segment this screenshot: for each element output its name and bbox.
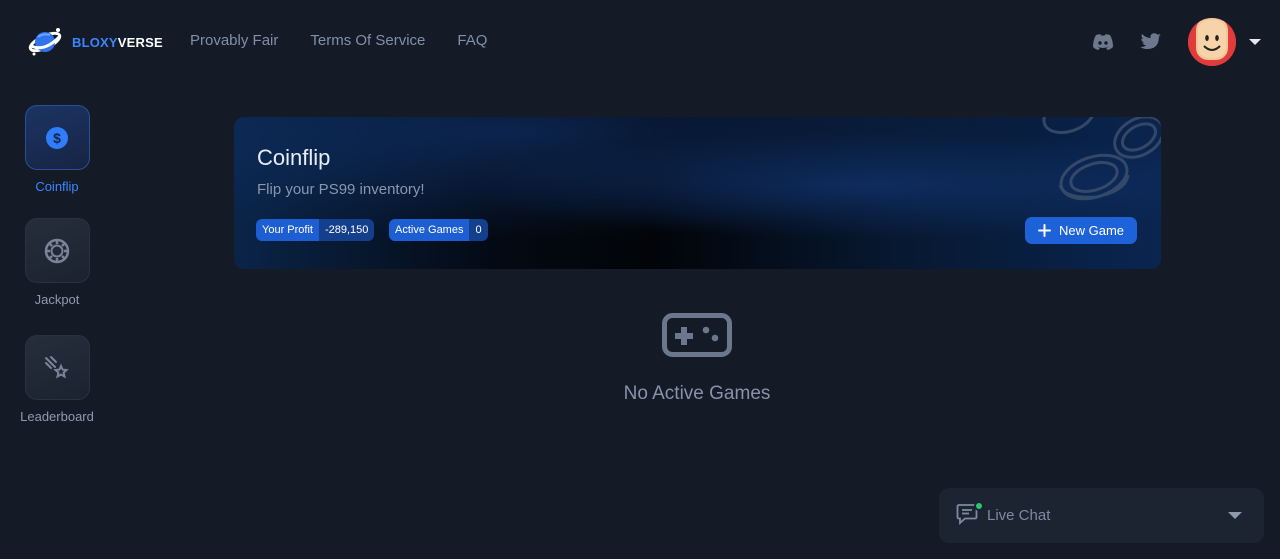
empty-state-message: No Active Games (623, 383, 771, 404)
page-subtitle: Flip your PS99 inventory! (257, 181, 425, 198)
live-chat-toggle[interactable]: Live Chat (939, 488, 1264, 543)
account-menu-caret-icon[interactable] (1249, 39, 1261, 45)
plus-icon (1037, 224, 1051, 237)
brand-name-part2: VERSE (117, 34, 163, 50)
sidebar-item-jackpot[interactable]: Jackpot (7, 218, 107, 307)
bloxyverse-logo[interactable]: BLOXYVERSE (28, 24, 163, 60)
top-header: BLOXYVERSE Provably Fair Terms Of Servic… (0, 0, 1280, 84)
profit-label: Your Profit (256, 219, 319, 241)
active-games-value: 0 (469, 219, 488, 241)
shooting-star-icon (45, 355, 69, 379)
new-game-label: New Game (1058, 223, 1125, 238)
chevron-down-icon (1228, 512, 1242, 519)
dollar-coin-icon: $ (46, 126, 68, 149)
nav-faq[interactable]: FAQ (457, 32, 487, 49)
live-chat-label: Live Chat (987, 507, 1051, 524)
active-games-label: Active Games (389, 219, 470, 241)
chip-icon (44, 238, 70, 263)
sidebar-item-leaderboard[interactable]: Leaderboard (7, 335, 107, 424)
sidebar-item-label: Leaderboard (20, 409, 94, 424)
brand-name: BLOXYVERSE (72, 35, 163, 50)
user-avatar[interactable] (1188, 18, 1236, 66)
sidebar-item-label: Jackpot (34, 292, 80, 307)
discord-icon[interactable] (1091, 30, 1115, 54)
sidebar-item-coinflip[interactable]: $ Coinflip (7, 105, 107, 194)
brand-name-part1: BLOXY (72, 34, 118, 50)
planet-icon (28, 28, 62, 56)
sidebar-item-jackpot-box (24, 218, 90, 283)
online-status-dot (974, 501, 984, 511)
page-title: Coinflip (257, 145, 331, 170)
sidebar-item-label: Coinflip (35, 179, 79, 194)
gamepad-icon (662, 313, 732, 357)
svg-text:$: $ (53, 130, 61, 146)
nav-terms-of-service[interactable]: Terms Of Service (310, 32, 425, 49)
active-games-badge: Active Games 0 (389, 219, 488, 241)
coinflip-banner: Coinflip Flip your PS99 inventory! Your … (234, 117, 1161, 269)
nav-provably-fair[interactable]: Provably Fair (190, 32, 278, 49)
twitter-icon[interactable] (1139, 30, 1163, 54)
sidebar-item-leaderboard-box (24, 335, 90, 400)
main-nav: Provably Fair Terms Of Service FAQ (190, 32, 487, 49)
profit-badge: Your Profit -289,150 (256, 219, 375, 241)
coins-decoration-icon (1042, 117, 1161, 201)
new-game-button[interactable]: New Game (1025, 217, 1137, 244)
profit-value: -289,150 (318, 219, 375, 241)
sidebar-item-coinflip-box: $ (24, 105, 90, 170)
